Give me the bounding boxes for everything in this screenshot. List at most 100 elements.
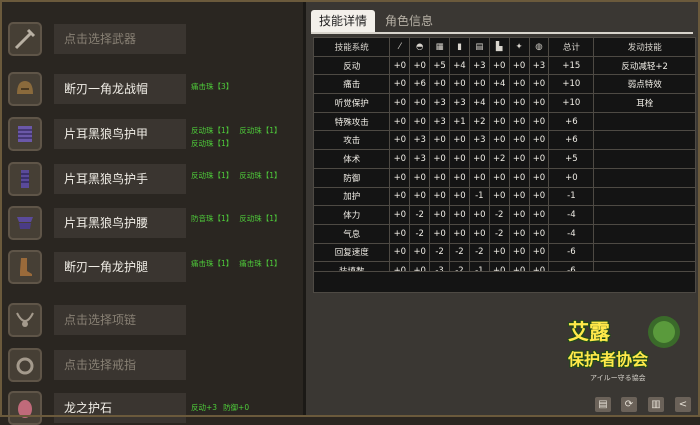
skill-value-cell: +0 (449, 223, 470, 244)
skill-value-cell: +0 (449, 149, 470, 169)
helmet-col-icon: ◓ (409, 37, 431, 57)
skill-value-cell: -2 (429, 242, 451, 263)
skill-name-cell: 特殊攻击 (312, 111, 391, 132)
chest-skills: 反动珠【1】 反动珠【1】 反动珠【1】 (191, 126, 282, 148)
skill-value-cell: +3 (409, 149, 431, 169)
leg-col-icon: ▙ (488, 37, 510, 57)
arm-name: 片耳黑狼鸟护手 (54, 164, 186, 194)
table-row: 回复速度 +0 +0 -2 -2 -2 +0 +0 +0 -6 (312, 242, 696, 263)
skill-value-cell: +0 (449, 130, 470, 151)
logo-tagline: アイルー守る協会 (590, 374, 646, 382)
leg-slot[interactable]: 断刃一角龙护腿 (8, 250, 188, 284)
skill-value-cell: +0 (389, 55, 411, 76)
active-skill-cell: 弱点特效 (593, 74, 696, 95)
charm-slot[interactable]: 龙之护石 (8, 391, 188, 425)
chest-slot[interactable]: 片耳黑狼鸟护甲 (8, 117, 188, 151)
save-icon[interactable]: ▤ (595, 397, 611, 412)
skill-value-cell: +0 (488, 242, 510, 263)
table-row: 反动 +0 +0 +5 +4 +3 +0 +0 +3 +15 反动减轻+2 (312, 55, 696, 76)
skill-value-cell: +3 (449, 93, 470, 113)
skill-value-cell: +0 (528, 130, 550, 151)
airou-protection-logo: 艾露 保护者协会 アイルー守る協会 (560, 310, 690, 390)
skill-value-cell: +3 (528, 55, 550, 76)
skill-value-cell: +0 (508, 111, 530, 132)
share-icon[interactable]: < (675, 397, 691, 412)
ring-slot-icon (8, 348, 42, 382)
skill-value-cell: +0 (449, 167, 470, 188)
skill-value-cell: +0 (389, 130, 411, 151)
skill-value-cell: +6 (409, 74, 431, 95)
skill-value-cell: -2 (409, 223, 431, 244)
helmet-slot[interactable]: 断刃一角龙战帽 (8, 72, 188, 106)
skill-value-cell: +0 (449, 205, 470, 225)
table-row: 体术 +0 +3 +0 +0 +0 +2 +0 +0 +5 (312, 149, 696, 169)
table-row: 防御 +0 +0 +0 +0 +0 +0 +0 +0 +0 (312, 167, 696, 188)
ring-slot[interactable]: 点击选择戒指 (8, 348, 188, 382)
skill-total-cell: +15 (548, 55, 595, 76)
skill-total-cell: -6 (548, 242, 595, 263)
chest-armor-icon (8, 117, 42, 151)
skill-value-cell: +0 (488, 130, 510, 151)
skill-value-cell: +0 (429, 223, 451, 244)
skill-value-cell: +0 (508, 149, 530, 169)
skill-value-cell: +0 (389, 93, 411, 113)
skill-total-cell: -4 (548, 205, 595, 225)
skill-name-cell: 防御 (312, 167, 391, 188)
skill-value-cell: +3 (409, 130, 431, 151)
weapon-slot-icon (8, 22, 42, 56)
waist-slot[interactable]: 片耳黑狼鸟护腰 (8, 206, 188, 240)
skill-value-cell: +0 (429, 74, 451, 95)
table-header-row: 技能系统 ⁄ ◓ ▦ ▮ ▤ ▙ ✦ ◍ 总计 发动技能 (312, 37, 696, 57)
skill-value-cell: +1 (449, 111, 470, 132)
skill-value-cell: +0 (389, 205, 411, 225)
waist-icon (8, 206, 42, 240)
necklace-slot[interactable]: 点击选择项链 (8, 303, 188, 337)
skill-value-cell: +0 (508, 55, 530, 76)
skill-value-cell: +0 (389, 242, 411, 263)
logo-title-top: 艾露 (568, 320, 610, 344)
tab-skill-details[interactable]: 技能详情 (311, 10, 376, 32)
skill-value-cell: +0 (528, 223, 550, 244)
skill-value-cell: +0 (528, 242, 550, 263)
weapon-slot[interactable]: 点击选择武器 (8, 22, 188, 56)
waist-name: 片耳黑狼鸟护腰 (54, 208, 186, 238)
panel-divider (303, 0, 306, 417)
arm-slot[interactable]: 片耳黑狼鸟护手 (8, 162, 188, 196)
skill-value-cell: +0 (488, 55, 510, 76)
skill-value-cell: +0 (409, 111, 431, 132)
active-skill-cell (593, 167, 696, 188)
skill-value-cell: +0 (409, 55, 431, 76)
skill-name-cell: 加护 (312, 186, 391, 207)
helmet-icon (8, 72, 42, 106)
skill-value-cell: -1 (468, 186, 490, 207)
table-row: 听觉保护 +0 +0 +3 +3 +4 +0 +0 +0 +10 耳栓 (312, 93, 696, 113)
skill-value-cell: +0 (449, 186, 470, 207)
table-row: 体力 +0 -2 +0 +0 +0 -2 +0 +0 -4 (312, 205, 696, 225)
table-row: 攻击 +0 +3 +0 +0 +3 +0 +0 +0 +6 (312, 130, 696, 151)
skill-value-cell: +0 (409, 186, 431, 207)
skill-value-cell: +0 (389, 111, 411, 132)
necklace-slot-icon (8, 303, 42, 337)
active-skill-cell: 耳栓 (593, 93, 696, 113)
skill-value-cell: +0 (528, 167, 550, 188)
refresh-icon[interactable]: ⟳ (621, 397, 637, 412)
skill-value-cell: +0 (508, 242, 530, 263)
delete-icon[interactable]: ▥ (648, 397, 664, 412)
skill-name-cell: 体力 (312, 205, 391, 225)
skill-value-cell: +0 (468, 167, 490, 188)
active-skill-cell: 反动减轻+2 (593, 55, 696, 76)
skill-value-cell: -2 (409, 205, 431, 225)
skill-value-cell: +0 (389, 167, 411, 188)
skill-total-cell: +10 (548, 93, 595, 113)
table-row: 气息 +0 -2 +0 +0 +0 -2 +0 +0 -4 (312, 223, 696, 244)
chest-name: 片耳黑狼鸟护甲 (54, 119, 186, 149)
deco-col-icon: ◍ (528, 37, 550, 57)
skill-value-cell: -2 (488, 223, 510, 244)
skill-total-cell: +5 (548, 149, 595, 169)
skill-value-cell: +4 (488, 74, 510, 95)
skill-name-cell: 体术 (312, 149, 391, 169)
skill-total-cell: +0 (548, 167, 595, 188)
skill-value-cell: +0 (528, 93, 550, 113)
skill-value-cell: +0 (429, 149, 451, 169)
tab-character-info[interactable]: 角色信息 (377, 10, 441, 32)
